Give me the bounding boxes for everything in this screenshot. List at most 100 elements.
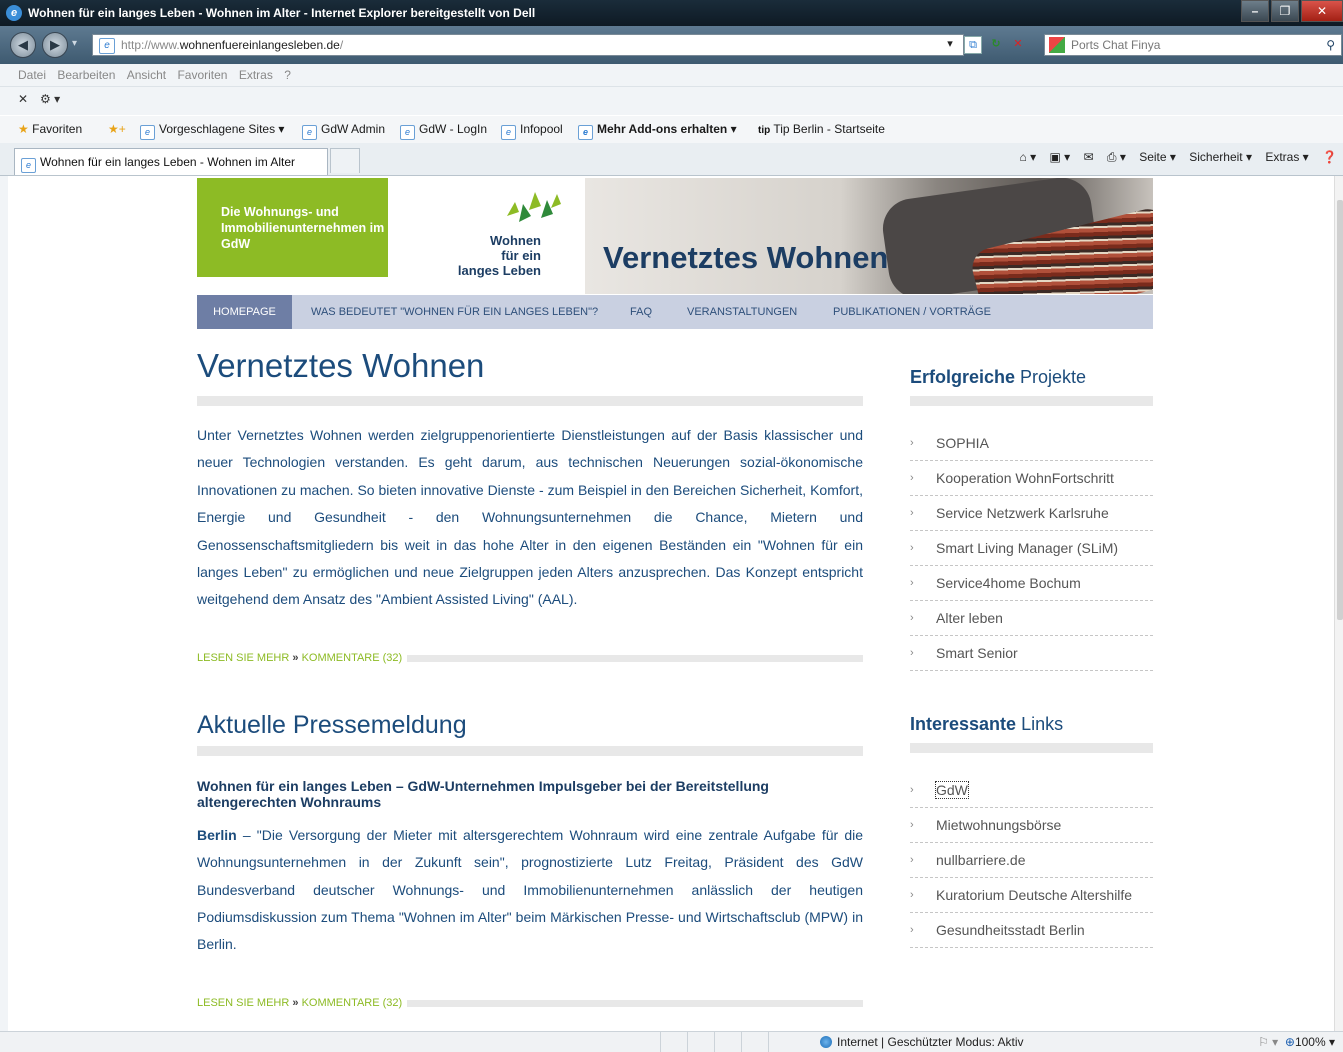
search-icon[interactable]: ⚲ [1326,35,1335,55]
zoom-control[interactable]: ⚐ ▾ ⊕100% ▾ [1258,1035,1335,1049]
sidebar-rule [910,396,1153,406]
new-tab-button[interactable] [330,148,360,173]
menu-extras[interactable]: Extras [239,64,273,86]
stop-icon[interactable]: ✕ [1010,36,1026,52]
recent-pages-chevron-icon[interactable]: ▾ [72,38,77,49]
footer-rule [407,654,863,662]
scrollbar-thumb[interactable] [1337,200,1343,620]
press-lead: Berlin [197,826,237,843]
menu-favoriten[interactable]: Favoriten [177,64,227,86]
star-icon: ★ [18,122,29,136]
addon-gear-icon[interactable]: ⚙ ▾ [40,92,60,106]
suggested-sites-label: Vorgeschlagene Sites ▾ [159,122,285,136]
window-controls: – ❐ ✕ [1239,0,1343,22]
project-label: Smart Senior [936,645,1018,661]
read-more-link[interactable]: LESEN SIE MEHR [197,652,289,664]
link-item-gdw[interactable]: › GdW [910,773,1153,808]
favorite-link-gdw-login[interactable]: e GdW - LogIn [400,122,487,140]
forward-button[interactable]: ▶ [42,32,68,58]
suggested-sites-link[interactable]: e Vorgeschlagene Sites ▾ [140,122,284,140]
help-icon[interactable]: ❓ [1322,150,1337,164]
link-item-mietwohnungsboerse[interactable]: › Mietwohnungsbörse [910,808,1153,843]
chevron-right-icon: › [910,577,914,589]
tab-label: Wohnen für ein langes Leben - Wohnen im … [40,155,296,169]
feeds-icon[interactable]: ▣ ▾ [1049,150,1070,164]
menu-datei[interactable]: Datei [18,64,46,86]
project-item-smart-senior[interactable]: › Smart Senior [910,636,1153,671]
separator: » [292,996,299,1009]
article-title: Vernetztes Wohnen [197,347,485,384]
tip-berlin-link[interactable]: tip Tip Berlin - Startseite [758,122,885,136]
page-icon: e [99,38,115,54]
home-icon[interactable]: ⌂ ▾ [1019,150,1036,164]
globe-icon [820,1036,832,1048]
site-logo[interactable]: Wohnen für ein langes Leben [417,186,587,278]
nav-homepage[interactable]: HOMEPAGE [197,295,292,329]
dropdown-chevron-icon[interactable]: ▾ [942,36,958,52]
maximize-button[interactable]: ❐ [1271,0,1299,22]
chevron-right-icon: › [910,437,914,449]
address-toolbar: ◀ ▶ ▾ e http://www.wohnenfuereinlangesleb… [0,26,1343,64]
project-item-alter-leben[interactable]: › Alter leben [910,601,1153,636]
security-zone[interactable]: Internet | Geschützter Modus: Aktiv [820,1035,1024,1049]
nav-faq[interactable]: FAQ [630,295,652,329]
print-icon[interactable]: ⎙ ▾ [1107,150,1126,164]
tab-active[interactable]: e Wohnen für ein langes Leben - Wohnen im… [14,148,328,175]
more-addons-link[interactable]: e Mehr Add-ons erhalten ▾ [578,122,737,140]
mail-icon[interactable]: ✉ [1083,150,1093,164]
add-favorite-icon[interactable]: ★+ [108,122,126,136]
close-button[interactable]: ✕ [1301,0,1343,22]
comments-link[interactable]: KOMMENTARE (32) [302,997,403,1009]
project-item-service4home[interactable]: › Service4home Bochum [910,566,1153,601]
sidebar: Erfolgreiche Projekte › SOPHIA › Kooperati… [910,346,1153,948]
project-item-service-netzwerk[interactable]: › Service Netzwerk Karlsruhe [910,496,1153,531]
link-label: Kuratorium Deutsche Altershilfe [936,887,1133,903]
project-item-kooperation[interactable]: › Kooperation WohnFortschritt [910,461,1153,496]
zone-label: Internet | Geschützter Modus: Aktiv [837,1035,1024,1049]
project-item-slim[interactable]: › Smart Living Manager (SLiM) [910,531,1153,566]
gdw-box-text: Die Wohnungs- und Immobilienunternehmen … [221,205,385,251]
tools-menu[interactable]: Extras ▾ [1265,150,1308,164]
gdw-box[interactable]: Die Wohnungs- und Immobilienunternehmen … [197,178,388,277]
read-more-link[interactable]: LESEN SIE MEHR [197,997,289,1009]
logo-leaves-icon [507,192,561,222]
back-button[interactable]: ◀ [10,32,36,58]
frame-left-edge [0,176,8,1031]
close-toolbar-icon[interactable]: ✕ [18,92,28,106]
link-item-nullbarriere[interactable]: › nullbarriere.de [910,843,1153,878]
minimize-button[interactable]: – [1241,0,1269,22]
favorites-button[interactable]: ★ Favoriten [18,122,82,136]
command-bar-right: ⌂ ▾ ▣ ▾ ✉ ⎙ ▾ Seite ▾ Sicherheit ▾ Extra… [1009,150,1337,165]
title-rest: Links [1016,714,1064,734]
project-label: Service4home Bochum [936,575,1081,591]
compatibility-icon[interactable]: ⧉ [964,36,982,54]
article-footer: LESEN SIE MEHR » KOMMENTARE (32) [197,652,863,664]
nav-was-bedeutet[interactable]: WAS BEDEUTET "WOHNEN FÜR EIN LANGES LEBE… [311,295,598,329]
address-input[interactable]: e http://www.wohnenfuereinlangesleben.de/ [92,34,964,56]
safety-menu[interactable]: Sicherheit ▾ [1189,150,1252,164]
main-nav: HOMEPAGE WAS BEDEUTET "WOHNEN FÜR EIN LA… [197,295,1153,329]
link-item-kuratorium[interactable]: › Kuratorium Deutsche Altershilfe [910,878,1153,913]
favorite-link-gdw-admin[interactable]: e GdW Admin [302,122,385,140]
nav-publikationen[interactable]: PUBLIKATIONEN / VORTRÄGE [833,295,991,329]
page-viewport: Die Wohnungs- und Immobilienunternehmen … [8,176,1334,1031]
press-headline[interactable]: Wohnen für ein langes Leben – GdW-Untern… [197,778,863,810]
status-panels [660,1032,810,1052]
project-item-sophia[interactable]: › SOPHIA [910,426,1153,461]
menu-bearbeiten[interactable]: Bearbeiten [57,64,115,86]
logo-line: langes Leben [457,263,541,278]
ie-icon: e [400,125,415,140]
nav-veranstaltungen[interactable]: VERANSTALTUNGEN [687,295,797,329]
menu-ansicht[interactable]: Ansicht [127,64,166,86]
page-menu[interactable]: Seite ▾ [1139,150,1176,164]
title-bold: Interessante [910,714,1017,734]
link-label: Gesundheitsstadt Berlin [936,922,1085,938]
links-list: › GdW › Mietwohnungsbörse › nullbarriere.de… [910,773,1153,948]
link-item-gesundheitsstadt[interactable]: › Gesundheitsstadt Berlin [910,913,1153,948]
comments-link[interactable]: KOMMENTARE (32) [302,652,403,664]
refresh-icon[interactable]: ↻ [988,36,1004,52]
menu-help[interactable]: ? [284,64,291,86]
protected-mode-icon[interactable]: ⚐ ▾ [1258,1035,1278,1049]
search-input[interactable]: Ports Chat Finya ⚲ [1044,34,1342,56]
favorite-link-infopool[interactable]: e Infopool [501,122,563,140]
